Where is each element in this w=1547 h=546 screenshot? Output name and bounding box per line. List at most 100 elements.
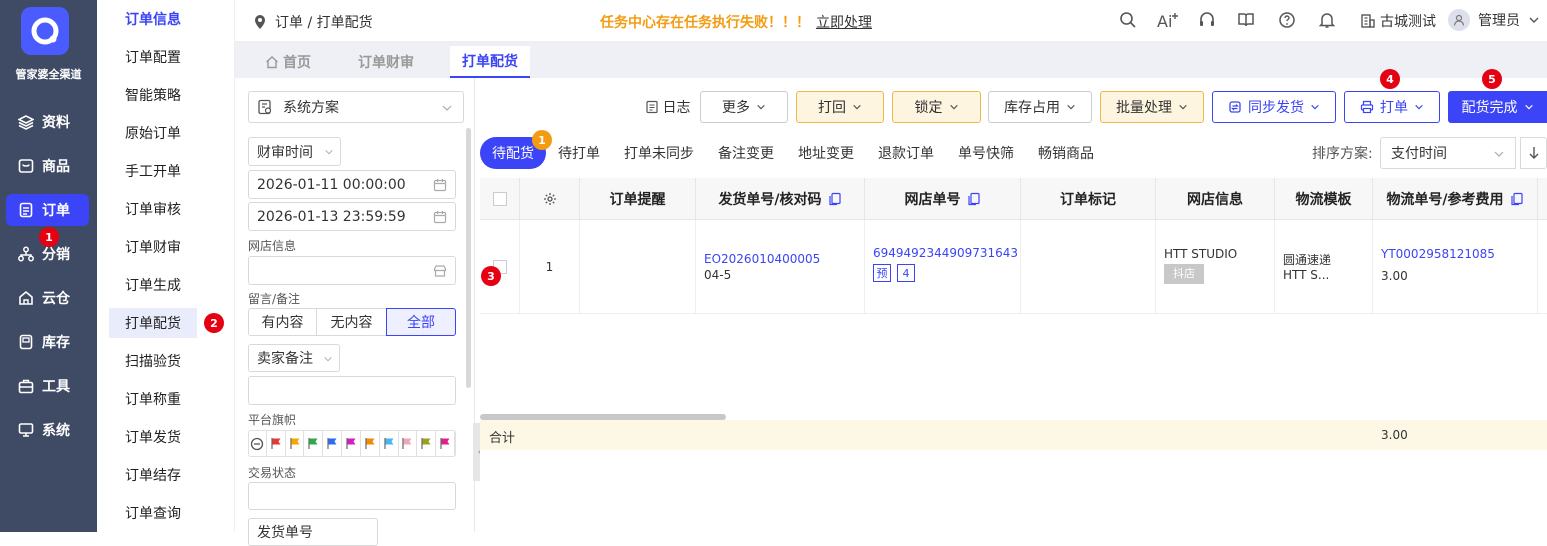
submenu-item[interactable]: 订单查询 xyxy=(109,498,197,528)
status-tab-address-changed[interactable]: 地址变更 xyxy=(798,137,854,169)
flag-option[interactable] xyxy=(399,431,418,456)
memo-option-all[interactable]: 全部 xyxy=(386,308,456,336)
sync-icon xyxy=(1229,101,1241,113)
seller-memo-select[interactable]: 卖家备注 xyxy=(248,344,340,372)
pick-complete-label: 配货完成 xyxy=(1461,100,1518,116)
lock-button[interactable]: 锁定 xyxy=(892,91,981,123)
submenu-item[interactable]: 订单生成 xyxy=(109,270,197,300)
batch-process-button[interactable]: 批量处理 xyxy=(1100,91,1204,123)
sort-direction-button[interactable] xyxy=(1520,137,1547,169)
sort-select[interactable]: 支付时间 xyxy=(1380,137,1516,169)
trade-status-input[interactable] xyxy=(248,482,456,510)
avatar xyxy=(1448,9,1470,31)
nav-item-goods[interactable]: 商品 xyxy=(6,150,89,182)
flag-option[interactable] xyxy=(342,431,361,456)
log-button[interactable]: 日志 xyxy=(640,91,695,123)
row-logistics-template-cell: 圆通速递 HTT S... xyxy=(1275,220,1373,314)
status-tab-quick-filter[interactable]: 单号快筛 xyxy=(958,137,1014,169)
shop-info-input[interactable] xyxy=(248,256,456,285)
submenu-item[interactable]: 原始订单 xyxy=(109,118,197,148)
row-shop-info-cell: HTT STUDIO 抖店 xyxy=(1156,220,1275,314)
gear-icon[interactable] xyxy=(543,192,557,206)
shop-name: HTT STUDIO xyxy=(1164,247,1238,261)
chevron-down-icon xyxy=(1524,104,1533,110)
copy-icon[interactable] xyxy=(967,192,981,206)
scheme-select[interactable]: 系统方案 xyxy=(248,91,464,123)
status-tab-print-unsynced[interactable]: 打单未同步 xyxy=(624,137,694,169)
flag-option[interactable] xyxy=(361,431,380,456)
copy-icon[interactable] xyxy=(828,192,842,206)
flag-option[interactable] xyxy=(286,431,305,456)
tab-finance-review[interactable]: 订单财审 xyxy=(346,46,426,78)
submenu-item[interactable]: 扫描验货 xyxy=(109,346,197,376)
alert-action-link[interactable]: 立即处理 xyxy=(816,12,872,32)
print-button[interactable]: 打单 xyxy=(1344,91,1440,123)
flag-option[interactable] xyxy=(323,431,343,456)
submenu-item[interactable]: 订单财审 xyxy=(109,232,197,262)
submenu-item-active[interactable]: 打单配货 xyxy=(109,308,197,338)
nav-item-distribution[interactable]: 分销 xyxy=(6,238,89,270)
bell-icon[interactable] xyxy=(1318,11,1336,29)
status-tab-to-print[interactable]: 待打单 xyxy=(558,137,600,169)
status-tab-memo-changed[interactable]: 备注变更 xyxy=(718,137,774,169)
submenu-title[interactable]: 订单信息 xyxy=(109,4,197,34)
store-icon xyxy=(433,265,447,277)
submenu-item[interactable]: 订单称重 xyxy=(109,384,197,414)
end-time-input[interactable]: 2026-01-13 23:59:59 xyxy=(248,202,456,231)
submenu-item[interactable]: 智能策略 xyxy=(109,80,197,110)
book-icon[interactable] xyxy=(1237,11,1255,29)
ai-icon[interactable]: Ai xyxy=(1157,11,1179,31)
flag-option[interactable] xyxy=(380,431,399,456)
flag-option[interactable] xyxy=(436,431,455,456)
copy-icon[interactable] xyxy=(1510,192,1524,206)
tab-home[interactable]: 首页 xyxy=(253,46,323,78)
help-icon[interactable] xyxy=(1278,11,1296,29)
app-logo[interactable] xyxy=(21,7,69,55)
nav-item-orders[interactable]: 订单 xyxy=(6,194,89,226)
nav-item-label: 订单 xyxy=(42,203,70,219)
filter-scrollbar[interactable] xyxy=(466,128,471,388)
nav-item-inventory[interactable]: 库存 xyxy=(6,326,89,358)
ship-no-link[interactable]: EO2026010400005 xyxy=(704,252,856,266)
memo-option-has-content[interactable]: 有内容 xyxy=(248,308,317,336)
nav-item-system[interactable]: 系统 xyxy=(6,414,89,446)
flag-option[interactable] xyxy=(267,431,286,456)
flag-clear-option[interactable] xyxy=(249,431,267,456)
monitor-icon xyxy=(18,423,34,437)
ship-no-select[interactable]: 发货单号 xyxy=(248,518,378,546)
select-all-checkbox[interactable] xyxy=(492,191,507,206)
headset-icon[interactable] xyxy=(1198,11,1216,29)
nav-item-tools[interactable]: 工具 xyxy=(6,370,89,402)
nav-item-label: 商品 xyxy=(42,159,70,175)
nav-item-data[interactable]: 资料 xyxy=(6,106,89,138)
stock-occupy-button[interactable]: 库存占用 xyxy=(988,91,1092,123)
tracking-no-link[interactable]: YT0002958121085 xyxy=(1381,247,1529,261)
flag-option[interactable] xyxy=(304,431,324,456)
lock-label: 锁定 xyxy=(914,100,943,116)
time-type-select[interactable]: 财审时间 xyxy=(248,137,341,166)
submenu-item[interactable]: 订单结存 xyxy=(109,460,197,490)
submenu-item[interactable]: 订单配置 xyxy=(109,42,197,72)
user-menu[interactable]: 管理员 xyxy=(1448,9,1540,31)
flag-option[interactable] xyxy=(417,431,437,456)
submenu-item[interactable]: 订单审核 xyxy=(109,194,197,224)
search-icon[interactable] xyxy=(1119,11,1137,29)
status-tab-refund[interactable]: 退款订单 xyxy=(878,137,934,169)
submenu-item[interactable]: 手工开单 xyxy=(109,156,197,186)
status-tab-best-sellers[interactable]: 畅销商品 xyxy=(1038,137,1094,169)
start-time-input[interactable]: 2026-01-11 00:00:00 xyxy=(248,170,456,199)
pick-complete-button[interactable]: 配货完成 xyxy=(1448,91,1547,123)
memo-option-no-content[interactable]: 无内容 xyxy=(316,308,387,336)
reject-button[interactable]: 打回 xyxy=(796,91,884,123)
submenu-item[interactable]: 订单发货 xyxy=(109,422,197,452)
tab-print-pick[interactable]: 打单配货 xyxy=(450,46,530,78)
total-row: 合计 3.00 xyxy=(480,420,1547,450)
shop-selector[interactable]: 古城测试 xyxy=(1360,11,1436,31)
more-button[interactable]: 更多 xyxy=(700,91,788,123)
scheme-value: 系统方案 xyxy=(283,100,339,116)
sync-ship-button[interactable]: 同步发货 xyxy=(1212,91,1336,123)
chevron-down-icon xyxy=(853,104,861,110)
seller-memo-input[interactable] xyxy=(248,376,456,405)
shop-order-link[interactable]: 6949492344909731643 xyxy=(873,246,1018,260)
nav-item-cloud-warehouse[interactable]: 云仓 xyxy=(6,282,89,314)
